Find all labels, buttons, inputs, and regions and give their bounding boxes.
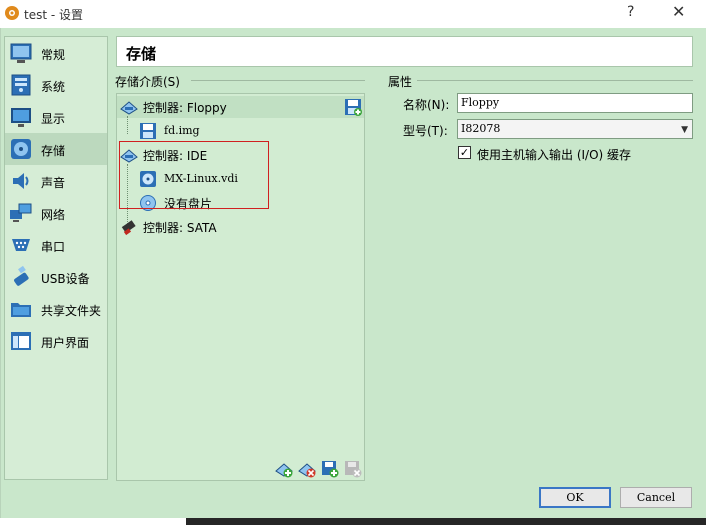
page-title: 存储 bbox=[116, 36, 693, 67]
user-interface-icon bbox=[11, 332, 31, 350]
storage-devices-label: 存储介质(S) bbox=[115, 75, 180, 89]
storage-group-divider bbox=[191, 80, 365, 81]
nav-item-network[interactable]: 网络 bbox=[5, 197, 107, 229]
nav-item-audio[interactable]: 声音 bbox=[5, 165, 107, 197]
nav-item-display[interactable]: 显示 bbox=[5, 101, 107, 133]
title-bar: test - 设置 ? ✕ bbox=[0, 0, 706, 28]
general-icon bbox=[10, 43, 32, 63]
remove-controller-icon[interactable] bbox=[298, 460, 316, 478]
window-title: test - 设置 bbox=[24, 8, 84, 22]
nav-item-system[interactable]: 系统 bbox=[5, 69, 107, 101]
nav-item-usb[interactable]: USB设备 bbox=[5, 261, 107, 293]
chevron-down-icon: ▼ bbox=[681, 125, 688, 135]
sata-controller-icon bbox=[121, 220, 136, 236]
cancel-button[interactable]: Cancel bbox=[620, 487, 692, 508]
attributes-label: 属性 bbox=[388, 75, 413, 89]
remove-attachment-icon[interactable] bbox=[344, 460, 362, 478]
host-cache-label: 使用主机输入输出 (I/O) 缓存 bbox=[477, 148, 632, 162]
nav-item-serial-port[interactable]: 串口 bbox=[5, 229, 107, 261]
nav-item-user-interface[interactable]: 用户界面 bbox=[5, 325, 107, 357]
floppy-controller-icon bbox=[120, 101, 138, 115]
name-label: 名称(N): bbox=[403, 98, 450, 112]
settings-gear-icon bbox=[5, 6, 19, 20]
background-window-edge bbox=[0, 518, 706, 525]
serial-port-icon bbox=[12, 239, 30, 251]
help-button[interactable]: ? bbox=[627, 4, 634, 20]
tree-item-sata-controller[interactable]: 控制器: SATA bbox=[117, 216, 364, 238]
storage-icon bbox=[11, 139, 31, 159]
close-button[interactable]: ✕ bbox=[672, 2, 685, 21]
shared-folder-icon bbox=[11, 303, 31, 317]
floppy-disk-icon bbox=[140, 123, 156, 139]
attributes-group-divider bbox=[417, 80, 693, 81]
nav-item-storage[interactable]: 存储 bbox=[5, 133, 107, 165]
tree-item-fd-img[interactable]: fd.img bbox=[117, 120, 364, 142]
controller-type-select[interactable]: I82078 ▼ bbox=[457, 119, 693, 139]
settings-nav: 常规 系统 显示 存储 声音 网络 串口 USB设备 共享文件夹 用户界面 bbox=[4, 36, 108, 480]
tree-item-floppy-controller[interactable]: 控制器: Floppy bbox=[117, 96, 364, 118]
system-icon bbox=[11, 74, 31, 96]
type-label: 型号(T): bbox=[403, 124, 448, 138]
nav-item-general[interactable]: 常规 bbox=[5, 37, 107, 69]
host-cache-checkbox[interactable]: ✓ bbox=[458, 146, 471, 159]
display-icon bbox=[11, 108, 31, 127]
controller-name-input[interactable]: Floppy bbox=[457, 93, 693, 113]
settings-window: 常规 系统 显示 存储 声音 网络 串口 USB设备 共享文件夹 用户界面 存储… bbox=[0, 28, 706, 518]
add-attachment-icon[interactable] bbox=[321, 460, 339, 478]
ok-button[interactable]: OK bbox=[539, 487, 611, 508]
nav-item-shared-folders[interactable]: 共享文件夹 bbox=[5, 293, 107, 325]
network-icon bbox=[10, 203, 32, 222]
audio-icon bbox=[13, 173, 29, 189]
annotation-highlight-box bbox=[119, 141, 269, 209]
add-controller-icon[interactable] bbox=[275, 460, 293, 478]
usb-icon bbox=[14, 265, 29, 286]
add-floppy-icon[interactable] bbox=[344, 98, 362, 116]
